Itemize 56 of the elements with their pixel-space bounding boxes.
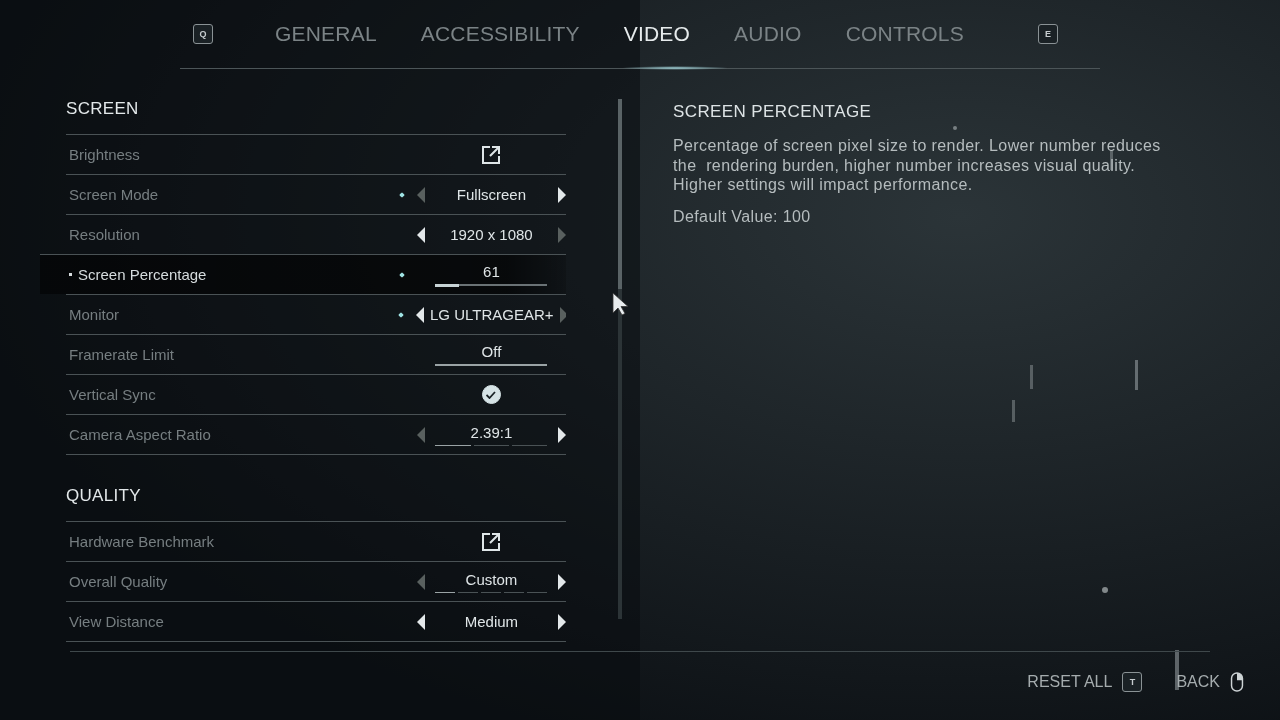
- tab[interactable]: GENERAL: [275, 22, 377, 46]
- setting-label: Vertical Sync: [68, 386, 157, 403]
- setting-row[interactable]: View Distance Medium: [66, 601, 566, 642]
- right-arrow-icon[interactable]: [558, 613, 566, 630]
- setting-value: Off: [481, 343, 502, 360]
- setting-label: Monitor: [68, 306, 121, 323]
- setting-value: 2.39:1: [470, 423, 513, 441]
- default-value-text: Default Value: 100: [673, 207, 812, 226]
- key-hint: Q: [193, 24, 213, 44]
- setting-value: Medium: [464, 613, 519, 630]
- left-arrow-icon[interactable]: [416, 613, 425, 630]
- setting-value: Custom: [465, 570, 518, 588]
- setting-row[interactable]: Brightness: [66, 134, 566, 174]
- setting-label: Screen Mode: [68, 186, 160, 203]
- right-arrow-icon[interactable]: [558, 573, 566, 590]
- setting-row[interactable]: Resolution 1920 x 1080: [66, 214, 566, 254]
- setting-value: 61: [483, 263, 500, 280]
- setting-row[interactable]: Overall Quality Custom: [66, 561, 566, 601]
- setting-label: Brightness: [68, 146, 141, 163]
- key-hint: E: [1037, 24, 1058, 44]
- setting-label: Hardware Benchmark: [68, 533, 216, 550]
- external-link-icon[interactable]: [481, 144, 502, 165]
- section-title: QUALITY: [66, 486, 142, 507]
- setting-row[interactable]: Screen Percentage 61: [40, 254, 566, 294]
- setting-row[interactable]: Monitor LG ULTRAGEAR+: [66, 294, 566, 334]
- setting-label: Screen Percentage: [66, 266, 388, 283]
- setting-row[interactable]: Camera Aspect Ratio 2.39:1: [66, 414, 566, 455]
- external-link-icon[interactable]: [481, 531, 502, 552]
- left-arrow-icon[interactable]: [416, 226, 425, 243]
- right-arrow-icon[interactable]: [558, 186, 566, 203]
- setting-label: Resolution: [68, 226, 141, 243]
- setting-row[interactable]: Screen Mode Fullscreen: [66, 174, 566, 214]
- tab[interactable]: AUDIO: [734, 22, 802, 46]
- description-text: Percentage of screen pixel size to render. Lower number reduces the rendering burden, higher number increases visual quality. Higher settings will impact performance.: [673, 136, 1162, 195]
- setting-label: View Distance: [68, 613, 165, 630]
- setting-value: Fullscreen: [456, 186, 527, 203]
- setting-value: LG ULTRAGEAR+: [430, 306, 554, 323]
- key-hint: T: [1122, 672, 1143, 692]
- check-icon: [486, 390, 497, 399]
- left-arrow-icon[interactable]: [416, 306, 424, 323]
- setting-label: Overall Quality: [68, 573, 169, 590]
- setting-row[interactable]: Hardware Benchmark: [66, 521, 566, 561]
- setting-row[interactable]: Framerate Limit Off: [66, 334, 566, 374]
- setting-value: 1920 x 1080: [450, 226, 533, 243]
- description-title: SCREEN PERCENTAGE: [673, 102, 873, 122]
- section-title: SCREEN: [66, 99, 140, 120]
- setting-label: Framerate Limit: [68, 346, 176, 363]
- reset-all-button[interactable]: RESET ALL: [1027, 673, 1113, 691]
- right-arrow-icon[interactable]: [558, 426, 566, 443]
- setting-label: Camera Aspect Ratio: [68, 426, 212, 443]
- setting-row[interactable]: Vertical Sync: [66, 374, 566, 414]
- tab[interactable]: CONTROLS: [845, 22, 964, 46]
- tab[interactable]: ACCESSIBILITY: [420, 22, 580, 46]
- back-button[interactable]: BACK: [1176, 673, 1220, 691]
- tab[interactable]: VIDEO: [623, 22, 691, 46]
- mouse-icon: [1230, 672, 1244, 692]
